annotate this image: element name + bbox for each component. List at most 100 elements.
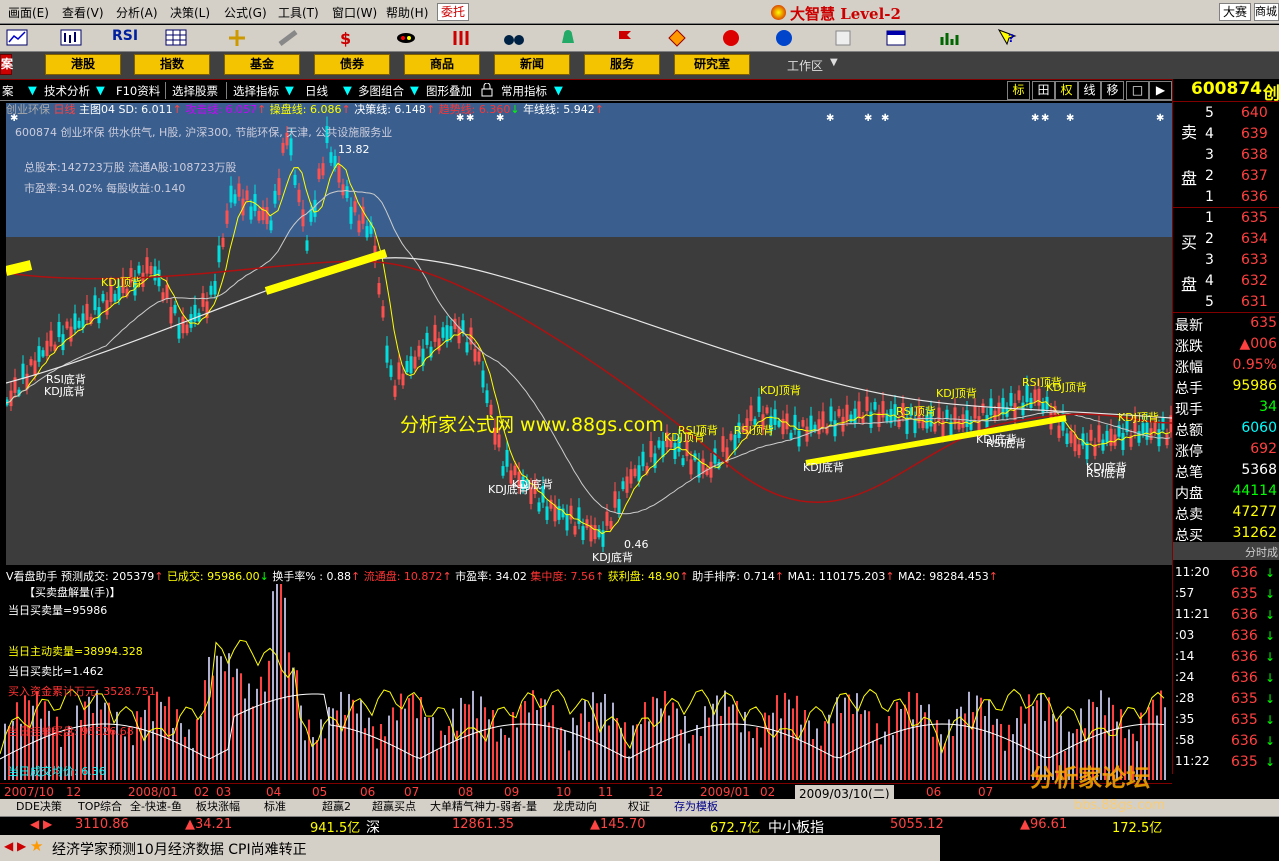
sector-research-button[interactable]: 研究室	[674, 54, 750, 75]
window-icon[interactable]	[885, 28, 907, 48]
rsi-icon[interactable]: RSI	[112, 28, 140, 48]
func-select-stock[interactable]: 选择股票	[172, 83, 218, 99]
menu-view[interactable]: 查看(V)	[62, 4, 104, 21]
tick-price: 635	[1231, 712, 1258, 728]
candle-body	[217, 245, 221, 263]
volume-bar	[664, 690, 666, 780]
mall-button[interactable]: 商城	[1254, 3, 1279, 21]
contest-button[interactable]: 大赛	[1219, 3, 1251, 21]
document-icon[interactable]	[832, 28, 854, 48]
sector-news-button[interactable]: 新闻	[494, 54, 570, 75]
template-tab[interactable]: 板块涨幅	[196, 799, 240, 815]
candle-body	[173, 304, 177, 314]
dollar-icon[interactable]: $	[335, 28, 357, 48]
date-label: 08	[458, 785, 474, 799]
menu-screen[interactable]: 画面(E)	[8, 4, 49, 21]
sh-arrow-icon[interactable]: ◀ ▶	[30, 817, 52, 831]
table-icon[interactable]	[165, 28, 187, 48]
main-indicator[interactable]: 主图04	[79, 103, 115, 116]
line-button[interactable]: 线	[1078, 81, 1101, 100]
sector-hk-button[interactable]: 港股	[45, 54, 121, 75]
volume-bar	[484, 707, 486, 780]
red-circle-icon[interactable]	[720, 28, 742, 48]
ticker-nav-icon[interactable]: ◀ ▶	[4, 839, 26, 853]
volume-bar	[804, 710, 806, 780]
chevron-down-icon[interactable]: ▼	[96, 83, 105, 97]
grid-button[interactable]: 田	[1032, 81, 1055, 100]
ruler-icon[interactable]	[278, 28, 300, 48]
help-icon[interactable]: ?	[996, 28, 1018, 48]
func-case[interactable]: 案	[2, 83, 14, 99]
sector-left-tab[interactable]: 案	[0, 54, 13, 75]
tick-time: :03	[1175, 628, 1195, 642]
ticker-headline[interactable]: 经济学家预测10月经济数据 CPI尚难转正	[52, 839, 307, 859]
template-tab[interactable]: 龙虎动向	[553, 799, 597, 815]
binoculars-icon[interactable]	[503, 28, 525, 48]
func-tech-analysis[interactable]: 技术分析	[44, 83, 90, 99]
sector-bond-button[interactable]: 债券	[314, 54, 390, 75]
volume-bar	[880, 744, 882, 780]
sector-index-button[interactable]: 指数	[134, 54, 210, 75]
template-tab[interactable]: TOP综合	[78, 799, 122, 815]
volume-bar	[392, 707, 394, 780]
blue-circle-icon[interactable]	[773, 28, 795, 48]
sell-level-3: 3	[1205, 147, 1214, 163]
func-daily[interactable]: 日线	[305, 83, 328, 99]
stat-label: 总手	[1175, 381, 1203, 397]
func-f10[interactable]: F10资料	[116, 83, 160, 99]
flag-icon[interactable]	[614, 28, 636, 48]
template-tab[interactable]: 标准	[264, 799, 286, 815]
volume-bar	[996, 718, 998, 780]
play-button[interactable]: ▶	[1149, 81, 1172, 100]
menu-formula[interactable]: 公式(G)	[224, 4, 267, 21]
volume-bar	[164, 706, 166, 780]
eye-icon[interactable]	[395, 28, 417, 48]
kline-icon[interactable]	[60, 28, 82, 48]
template-tab[interactable]: 全-快速-鱼	[130, 799, 182, 815]
chevron-down-icon[interactable]: ▼	[343, 83, 352, 97]
menu-window[interactable]: 窗口(W)	[332, 4, 377, 21]
menu-analysis[interactable]: 分析(A)	[116, 4, 158, 21]
template-tab[interactable]: 权证	[628, 799, 650, 815]
move-button[interactable]: 移	[1101, 81, 1124, 100]
window-button[interactable]: □	[1126, 81, 1149, 100]
date-label: 2009/01	[700, 785, 750, 799]
volume-chart[interactable]	[0, 584, 1172, 782]
func-select-indicator[interactable]: 选择指标	[233, 83, 279, 99]
tick-arrow-icon: ↓	[1265, 608, 1276, 622]
sector-fund-button[interactable]: 基金	[224, 54, 300, 75]
menu-tools[interactable]: 工具(T)	[278, 4, 319, 21]
template-tab[interactable]: DDE决策	[16, 799, 62, 815]
bars-icon[interactable]	[450, 28, 472, 48]
workspace-dropdown-icon[interactable]: ▼	[830, 57, 838, 68]
stat-label: 涨停	[1175, 444, 1203, 460]
template-tab[interactable]: 大单精气神力-弱者-量	[430, 799, 537, 815]
crosshair-icon[interactable]	[226, 28, 248, 48]
volume-bar	[340, 691, 342, 780]
chevron-down-icon[interactable]: ▼	[28, 83, 37, 97]
sector-commodity-button[interactable]: 商品	[404, 54, 480, 75]
volume-bar	[440, 730, 442, 780]
chevron-down-icon[interactable]: ▼	[285, 83, 294, 97]
date-label: 04	[266, 785, 282, 799]
func-overlay[interactable]: 图形叠加	[426, 83, 472, 99]
trade-button[interactable]: 委托	[437, 3, 469, 21]
chevron-down-icon[interactable]: ▼	[410, 83, 419, 97]
menu-decision[interactable]: 决策(L)	[170, 4, 210, 21]
func-multi-chart[interactable]: 多图组合	[358, 83, 404, 99]
mark-button[interactable]: 标	[1007, 81, 1030, 100]
bell-icon[interactable]	[557, 28, 579, 48]
lock-icon[interactable]	[481, 83, 493, 97]
rights-button[interactable]: 权	[1055, 81, 1078, 100]
diamond-icon[interactable]	[666, 28, 688, 48]
chart-icon[interactable]	[6, 28, 28, 48]
chevron-down-icon[interactable]: ▼	[554, 83, 563, 97]
template-tab[interactable]: 超赢买点	[372, 799, 416, 815]
menu-help[interactable]: 帮助(H)	[386, 4, 428, 21]
sector-service-button[interactable]: 服务	[584, 54, 660, 75]
workspace-label[interactable]: 工作区	[787, 57, 823, 74]
barchart-icon[interactable]	[938, 28, 960, 48]
template-tab[interactable]: 超赢2	[322, 799, 351, 815]
template-tab[interactable]: 存为模板	[674, 799, 718, 815]
func-common-indicator[interactable]: 常用指标	[501, 83, 547, 99]
